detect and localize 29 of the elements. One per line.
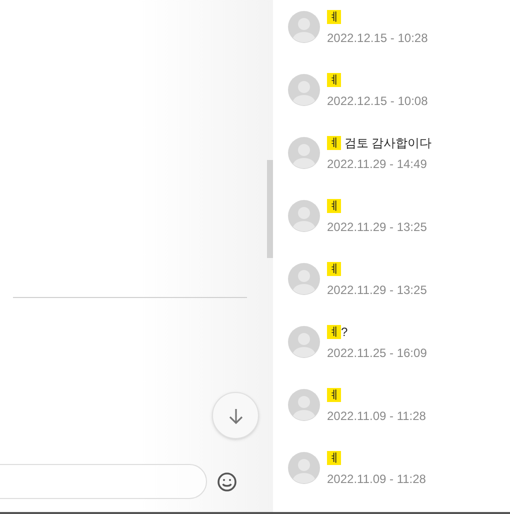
message-text: ㅖ? xyxy=(327,324,349,341)
avatar-icon xyxy=(288,200,320,232)
avatar-icon xyxy=(288,11,320,43)
message-text: ㅖ xyxy=(327,387,342,404)
message-input[interactable] xyxy=(0,464,207,499)
avatar-icon xyxy=(288,137,320,169)
message-time: 2022.11.09 - 11:28 xyxy=(327,409,426,423)
avatar-icon xyxy=(288,326,320,358)
message-text: ㅖ xyxy=(327,198,342,215)
arrow-down-icon xyxy=(226,406,244,424)
message-time: 2022.11.25 - 16:09 xyxy=(327,346,427,360)
avatar-icon xyxy=(288,389,320,421)
avatar-icon xyxy=(288,452,320,484)
message-text: ㅖ xyxy=(327,261,342,278)
scrollbar-thumb[interactable] xyxy=(267,160,273,258)
message-time: 2022.11.29 - 14:49 xyxy=(327,157,428,171)
message-time: 2022.12.15 - 10:08 xyxy=(327,94,428,108)
message-text: ㅖ 검토 감사합이다 xyxy=(327,135,432,152)
message-time: 2022.12.15 - 10:28 xyxy=(327,31,428,45)
message-time: 2022.11.09 - 11:28 xyxy=(327,472,426,486)
message-text: ㅖ xyxy=(327,9,342,26)
scroll-down-button[interactable] xyxy=(212,392,259,439)
emoji-icon[interactable] xyxy=(217,472,237,492)
message-time: 2022.11.29 - 13:25 xyxy=(327,220,427,234)
avatar-icon xyxy=(288,74,320,106)
message-time: 2022.11.29 - 13:25 xyxy=(327,283,427,297)
message-text: ㅖ xyxy=(327,450,342,467)
avatar-icon xyxy=(288,263,320,295)
message-text: ㅖ xyxy=(327,72,342,89)
